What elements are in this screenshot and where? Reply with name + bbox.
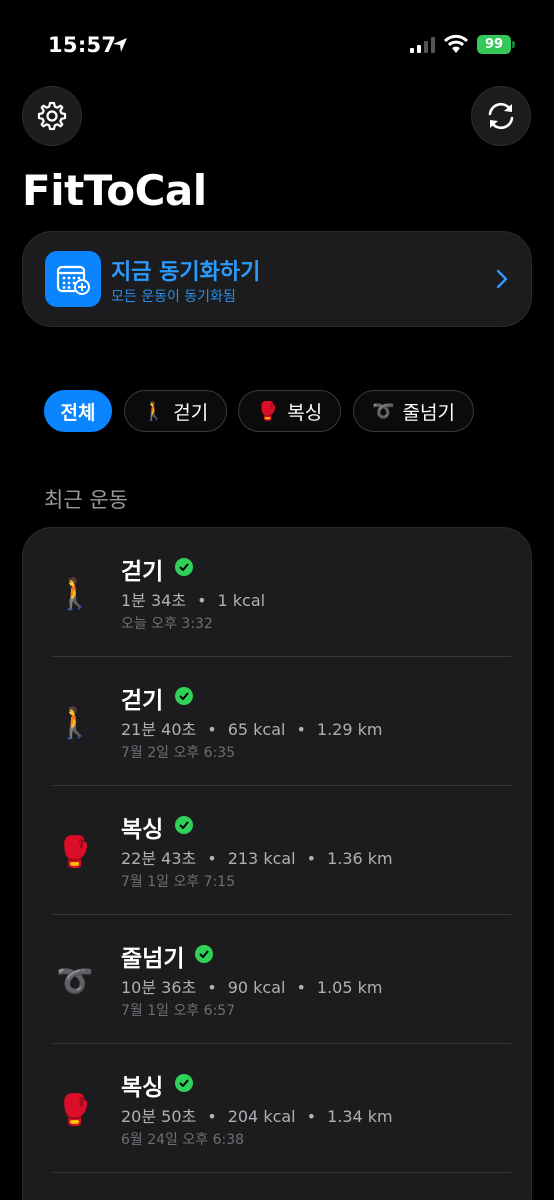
workout-time: 6월 24일 오후 6:38 [121, 1132, 245, 1148]
workout-row[interactable]: 🚶 걷기 21분 40초 • 65 kcal • 1.29 km 7월 2일 오후 6:… [23, 657, 533, 786]
cellular-signal-icon [410, 37, 435, 53]
workout-time: 7월 1일 오후 7:15 [121, 874, 236, 890]
workout-row[interactable]: 🥊 복싱 20분 50초 • 204 kcal • 1.34 km 6월 24일 오후 … [23, 1044, 533, 1173]
workout-row[interactable]: 🥊 복싱 22분 43초 • 213 kcal • 1.36 km 7월 1일 오후 7… [23, 786, 533, 915]
row-divider [53, 1172, 511, 1173]
sync-card-title: 지금 동기화하기 [111, 260, 261, 285]
workout-duration: 10분 36초 [121, 978, 197, 997]
workout-time: 7월 1일 오후 6:57 [121, 1003, 236, 1019]
workout-kcal: 213 kcal [227, 849, 296, 868]
workout-distance: 1.36 km [327, 849, 393, 868]
boxing-glove-icon: 🥊 [256, 400, 280, 422]
refresh-button[interactable] [471, 86, 531, 146]
filter-chip-walking[interactable]: 🚶 걷기 [124, 390, 227, 432]
filter-chip-label: 복싱 [287, 401, 323, 424]
boxing-glove-icon: 🥊 [56, 834, 94, 870]
checkmark-icon [195, 945, 213, 963]
walking-icon: 🚶 [142, 400, 166, 422]
checkmark-icon [175, 687, 193, 705]
app-title: FitToCal [22, 166, 207, 215]
calendar-plus-icon [45, 251, 101, 307]
walking-icon: 🚶 [56, 705, 94, 741]
workout-distance: 1.29 km [316, 720, 383, 739]
checkmark-icon [175, 816, 193, 834]
chevron-right-icon [496, 269, 508, 289]
filter-chip-label: 전체 [60, 401, 96, 424]
status-time: 15:57 [48, 33, 117, 57]
filter-chip-all[interactable]: 전체 [44, 390, 112, 432]
jump-rope-icon: ➰ [372, 400, 395, 422]
workout-stats: 10분 36초 • 90 kcal • 1.05 km [121, 978, 383, 997]
workout-time: 오늘 오후 3:32 [121, 616, 213, 632]
sync-now-card[interactable]: 지금 동기화하기 모든 운동이 동기화됨 [22, 231, 532, 327]
jump-rope-icon: ➰ [56, 963, 94, 999]
gear-icon [37, 101, 67, 131]
workout-title: 복싱 [121, 1075, 164, 1101]
walking-icon: 🚶 [56, 576, 94, 612]
section-title-recent: 최근 운동 [44, 488, 128, 512]
workout-time: 7월 2일 오후 6:35 [121, 745, 236, 761]
workout-duration: 22분 43초 [121, 849, 197, 868]
workout-title: 걷기 [121, 559, 164, 585]
workout-kcal: 90 kcal [227, 978, 286, 997]
location-arrow-icon [113, 38, 127, 52]
workout-duration: 20분 50초 [121, 1107, 197, 1126]
workout-row[interactable]: 🚶 걷기 1분 34초 • 1 kcal 오늘 오후 3:32 [23, 528, 533, 657]
workout-stats: 1분 34초 • 1 kcal [121, 591, 266, 610]
workout-kcal: 204 kcal [227, 1107, 296, 1126]
filter-chip-label: 걷기 [173, 401, 209, 424]
workout-distance: 1.34 km [327, 1107, 393, 1126]
workout-distance: 1.05 km [316, 978, 383, 997]
workout-stats: 20분 50초 • 204 kcal • 1.34 km [121, 1107, 393, 1126]
filter-chip-label: 줄넘기 [402, 401, 455, 424]
workout-duration: 1분 34초 [121, 591, 187, 610]
workout-stats: 21분 40초 • 65 kcal • 1.29 km [121, 720, 383, 739]
workout-kcal: 1 kcal [217, 591, 266, 610]
settings-button[interactable] [22, 86, 82, 146]
workout-kcal: 65 kcal [227, 720, 286, 739]
battery-level: 99 [484, 37, 504, 52]
workout-title: 복싱 [121, 817, 164, 843]
boxing-glove-icon: 🥊 [56, 1092, 94, 1128]
sync-card-subtitle: 모든 운동이 동기화됨 [111, 289, 236, 305]
wifi-icon [444, 34, 468, 53]
filter-chip-jump-rope[interactable]: ➰ 줄넘기 [353, 390, 474, 432]
checkmark-icon [175, 1074, 193, 1092]
filter-chip-boxing[interactable]: 🥊 복싱 [238, 390, 341, 432]
workout-duration: 21분 40초 [121, 720, 197, 739]
workout-stats: 22분 43초 • 213 kcal • 1.36 km [121, 849, 393, 868]
battery-tip [512, 41, 515, 48]
workout-row[interactable]: ➰ 줄넘기 10분 36초 • 90 kcal • 1.05 km 7월 1일 오후 6… [23, 915, 533, 1044]
refresh-icon [488, 102, 514, 130]
battery-indicator: 99 [477, 35, 511, 54]
workout-title: 걷기 [121, 688, 164, 714]
checkmark-icon [175, 558, 193, 576]
workout-list: 🚶 걷기 1분 34초 • 1 kcal 오늘 오후 3:32 🚶 걷기 21분 4… [22, 527, 532, 1200]
status-bar: 15:57 99 [0, 0, 554, 90]
workout-title: 줄넘기 [121, 946, 185, 972]
